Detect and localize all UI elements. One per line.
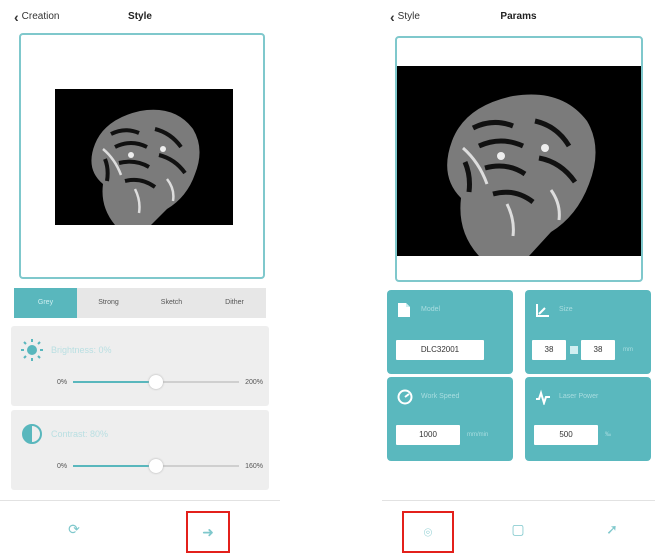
brightness-min: 0%: [57, 378, 68, 386]
power-unit: ‰: [605, 432, 611, 438]
params-screen: ‹ Style Params Model DLC32001 Size 38 38…: [382, 0, 655, 554]
tab-strong[interactable]: Strong: [77, 288, 140, 318]
ruler-icon: [535, 302, 551, 318]
nav-bar: ‹ Style Params: [382, 8, 655, 28]
brightness-label: Brightness: 0%: [51, 345, 112, 355]
tab-dither[interactable]: Dither: [203, 288, 266, 318]
bottom-toolbar: ⟳ ➜: [0, 500, 280, 554]
nav-bar: ‹ Creation Style: [0, 8, 280, 28]
link-icon[interactable]: [570, 346, 578, 354]
rotate-icon: ⟳: [68, 520, 80, 537]
speedometer-icon: [397, 389, 413, 405]
file-icon: [397, 302, 413, 318]
brightness-max: 200%: [245, 378, 263, 386]
model-card: Model DLC32001: [387, 290, 513, 374]
power-card: Laser Power 500 ‰: [525, 377, 651, 461]
sun-icon: [21, 339, 43, 361]
contrast-card: Contrast: 80% 0% 160%: [11, 410, 269, 490]
power-field[interactable]: 500: [534, 425, 598, 445]
contrast-label: Contrast: 80%: [51, 429, 109, 439]
size-unit: mm: [623, 347, 633, 353]
rotate-button[interactable]: ⟳: [56, 511, 92, 547]
speed-unit: mm/min: [467, 432, 489, 438]
page-title: Params: [500, 11, 537, 22]
model-field[interactable]: DLC32001: [396, 340, 484, 360]
pulse-icon: [535, 389, 551, 407]
tiger-image: [397, 66, 641, 256]
send-icon: ➚: [606, 520, 618, 537]
height-field[interactable]: 38: [581, 340, 615, 360]
frame-button[interactable]: ▢: [500, 511, 536, 547]
bottom-toolbar: ⌾ ▢ ➚: [382, 500, 655, 554]
contrast-min: 0%: [57, 462, 68, 470]
image-preview-frame: [19, 33, 265, 279]
page-title: Style: [128, 11, 152, 22]
width-field[interactable]: 38: [532, 340, 566, 360]
brightness-slider-knob[interactable]: [149, 375, 164, 389]
next-icon: ➜: [202, 523, 214, 540]
send-button[interactable]: ➚: [594, 511, 630, 547]
model-label: Model: [421, 306, 441, 313]
speed-card: Work Speed 1000 mm/min: [387, 377, 513, 461]
tiger-image: [55, 89, 233, 225]
frame-icon: ▢: [511, 520, 525, 537]
preview-button[interactable]: ⌾: [402, 511, 454, 553]
contrast-max: 160%: [245, 462, 263, 470]
style-screen: ‹ Creation Style Grey Strong Sketch Dith…: [0, 0, 280, 554]
tab-grey[interactable]: Grey: [14, 288, 77, 318]
preview-icon: ⌾: [423, 523, 433, 540]
brightness-slider[interactable]: [73, 375, 240, 389]
brightness-card: Brightness: 0% 0% 200%: [11, 326, 269, 406]
power-label: Laser Power: [559, 393, 599, 400]
size-label: Size: [559, 306, 573, 313]
next-button[interactable]: ➜: [186, 511, 230, 553]
style-tabs: Grey Strong Sketch Dither: [14, 288, 266, 318]
size-card: Size 38 38 mm: [525, 290, 651, 374]
contrast-slider[interactable]: [73, 459, 240, 473]
contrast-slider-knob[interactable]: [149, 459, 164, 473]
tab-sketch[interactable]: Sketch: [140, 288, 203, 318]
speed-label: Work Speed: [421, 393, 460, 400]
contrast-icon: [22, 424, 42, 444]
speed-field[interactable]: 1000: [396, 425, 460, 445]
